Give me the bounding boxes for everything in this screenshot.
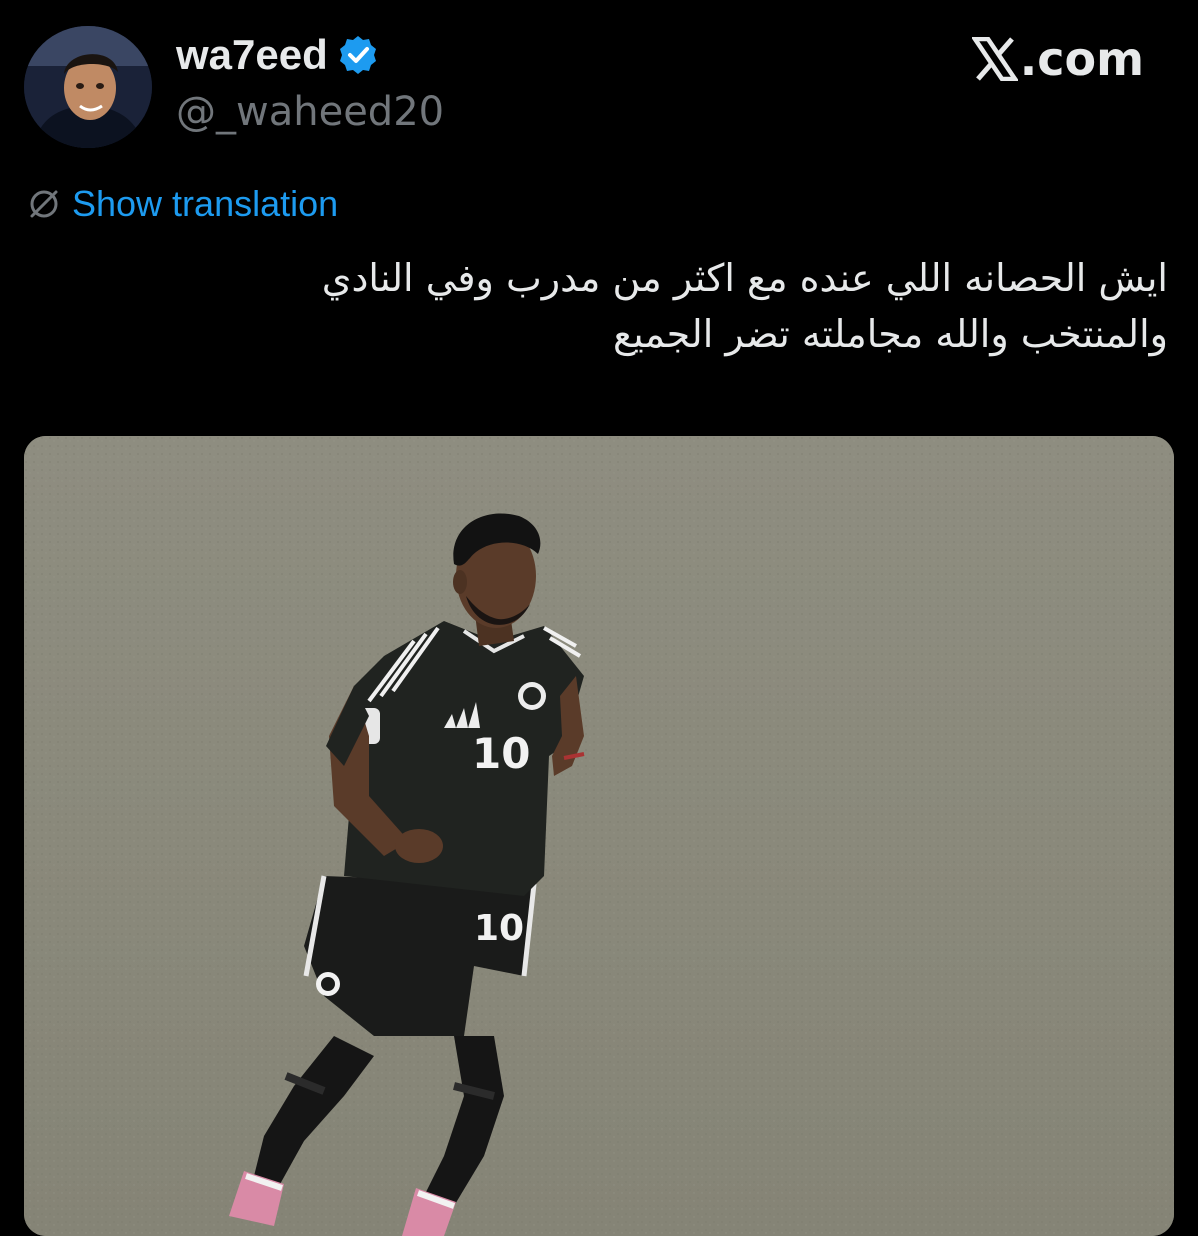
avatar-photo <box>24 26 152 148</box>
tweet-text-line-1: ايش الحصانه اللي عنده مع اكثر من مدرب وف… <box>321 256 1168 300</box>
x-com-brand: .com <box>970 32 1144 86</box>
tweet-header: wa7eed @_waheed20 .com <box>0 0 1198 160</box>
tweet-text-line-2: والمنتخب والله مجاملته تضر الجميع <box>612 312 1168 356</box>
show-translation-row[interactable]: Show translation <box>26 186 338 222</box>
author-avatar[interactable] <box>24 26 152 148</box>
tweet-media-photo[interactable]: 10 10 <box>24 436 1174 1236</box>
tweet-text: ايش الحصانه اللي عنده مع اكثر من مدرب وف… <box>28 250 1168 362</box>
shorts-number: 10 <box>474 908 524 949</box>
football-player-photo: 10 10 <box>24 436 1174 1236</box>
author-display-name[interactable]: wa7eed <box>176 34 328 76</box>
show-translation-link[interactable]: Show translation <box>72 186 338 222</box>
author-name-row: wa7eed <box>176 34 378 76</box>
brand-domain: .com <box>1019 32 1144 86</box>
author-handle[interactable]: @_waheed20 <box>176 92 444 132</box>
translate-globe-icon <box>26 186 62 222</box>
jersey-number: 10 <box>472 729 530 778</box>
verified-badge-icon <box>338 35 378 75</box>
x-logo-icon <box>970 36 1019 82</box>
